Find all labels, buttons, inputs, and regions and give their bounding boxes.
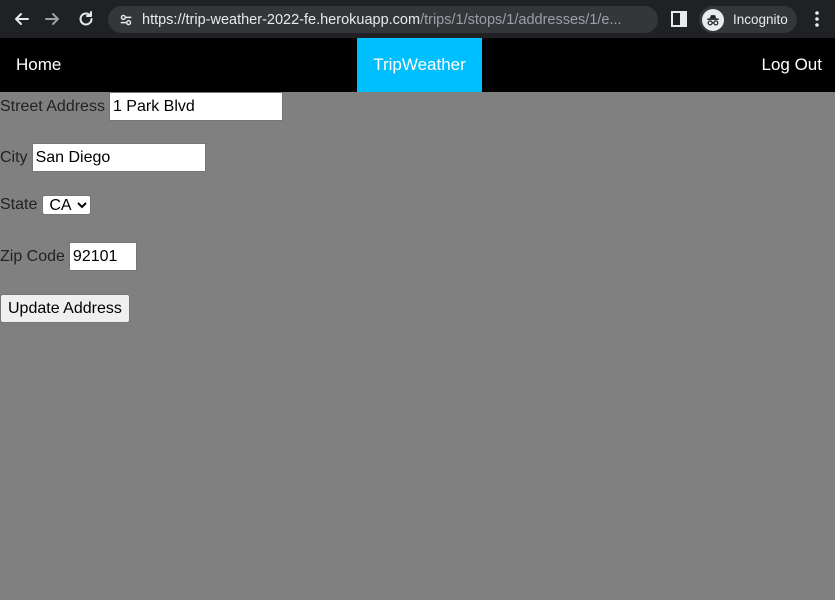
state-select[interactable]: CA: [42, 195, 92, 215]
address-bar[interactable]: https://trip-weather-2022-fe.herokuapp.c…: [108, 6, 658, 33]
city-row: City: [0, 143, 206, 172]
reload-icon[interactable]: [75, 8, 97, 30]
update-address-button[interactable]: Update Address: [0, 294, 130, 323]
street-address-label: Street Address: [0, 97, 105, 115]
site-info-icon[interactable]: [118, 12, 134, 28]
incognito-label: Incognito: [733, 12, 788, 27]
back-arrow-icon[interactable]: [10, 8, 32, 30]
zip-code-input[interactable]: [68, 242, 137, 271]
url-path: /trips/1/stops/1/addresses/1/e...: [420, 11, 622, 28]
nav-brand-link[interactable]: TripWeather: [357, 38, 482, 92]
url-text: https://trip-weather-2022-fe.herokuapp.c…: [142, 12, 622, 28]
city-input[interactable]: [31, 143, 206, 172]
nav-logout-link[interactable]: Log Out: [762, 38, 823, 92]
state-label: State: [0, 196, 38, 213]
street-row: Street Address: [0, 92, 283, 121]
state-row: State CA: [0, 195, 92, 215]
browser-toolbar: https://trip-weather-2022-fe.herokuapp.c…: [0, 0, 835, 38]
forward-arrow-icon[interactable]: [42, 8, 64, 30]
zip-row: Zip Code: [0, 242, 137, 271]
url-host: https://trip-weather-2022-fe.herokuapp.c…: [142, 11, 421, 28]
city-label: City: [0, 148, 28, 166]
side-panel-icon[interactable]: [670, 10, 688, 28]
nav-home-link[interactable]: Home: [16, 38, 61, 92]
zip-code-label: Zip Code: [0, 247, 65, 265]
more-menu-icon[interactable]: [809, 9, 825, 29]
incognito-icon: [702, 8, 724, 31]
app-navbar: Home TripWeather Log Out: [0, 38, 835, 92]
street-address-input[interactable]: [108, 92, 283, 121]
incognito-badge[interactable]: Incognito: [699, 6, 797, 33]
